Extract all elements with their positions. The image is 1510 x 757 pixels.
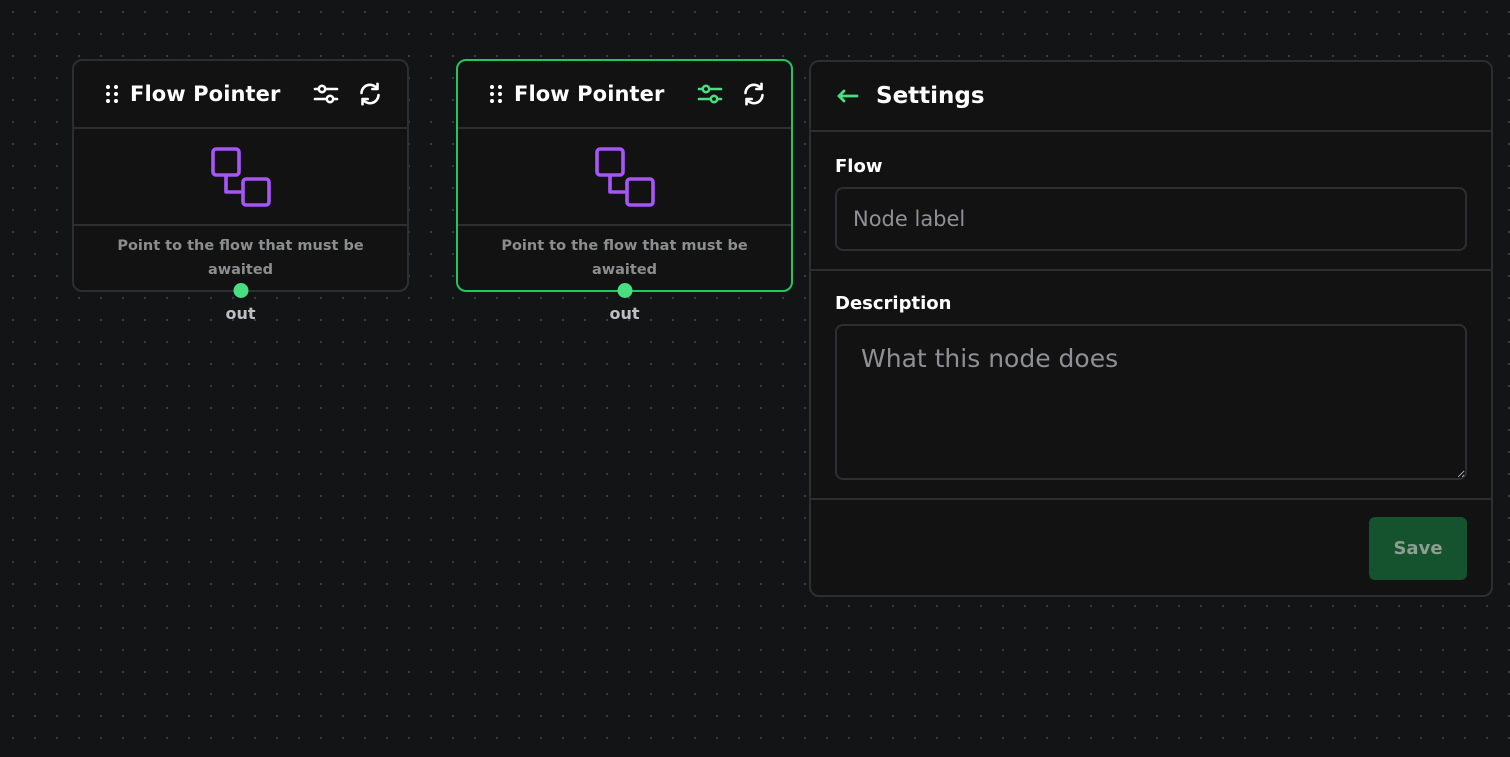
settings-title: Settings <box>876 83 985 109</box>
flow-pointer-node-selected[interactable]: Flow Pointer Point to the flow that must… <box>456 59 793 323</box>
node-body <box>458 129 791 226</box>
settings-footer: Save <box>811 500 1491 596</box>
flow-label: Flow <box>835 156 883 177</box>
flow-pointer-node[interactable]: Flow Pointer Point to the flow that must… <box>72 59 409 323</box>
flow-input[interactable] <box>835 187 1467 251</box>
save-button[interactable]: Save <box>1369 517 1467 580</box>
output-handle[interactable] <box>617 283 632 298</box>
drag-handle-icon[interactable] <box>490 83 502 105</box>
output-handle-label: out <box>609 304 640 323</box>
settings-header: Settings <box>811 62 1491 132</box>
flow-field-section: Flow <box>811 132 1491 271</box>
sliders-icon[interactable] <box>313 81 339 107</box>
node-header[interactable]: Flow Pointer <box>458 61 791 129</box>
node-header[interactable]: Flow Pointer <box>74 61 407 129</box>
node-body <box>74 129 407 226</box>
node-title: Flow Pointer <box>514 82 665 106</box>
arrow-left-icon[interactable] <box>836 84 860 108</box>
refresh-icon[interactable] <box>357 81 383 107</box>
flow-link-icon <box>210 146 271 207</box>
sliders-icon[interactable] <box>697 81 723 107</box>
settings-panel: Settings Flow Description Save <box>809 60 1493 597</box>
description-label: Description <box>835 293 952 314</box>
output-handle[interactable] <box>233 283 248 298</box>
refresh-icon[interactable] <box>741 81 767 107</box>
output-handle-label: out <box>225 304 256 323</box>
flow-link-icon <box>594 146 655 207</box>
drag-handle-icon[interactable] <box>106 83 118 105</box>
description-textarea[interactable] <box>835 324 1467 480</box>
node-title: Flow Pointer <box>130 82 281 106</box>
description-field-section: Description <box>811 271 1491 500</box>
flow-canvas[interactable]: Flow Pointer Point to the flow that must… <box>0 0 1510 757</box>
